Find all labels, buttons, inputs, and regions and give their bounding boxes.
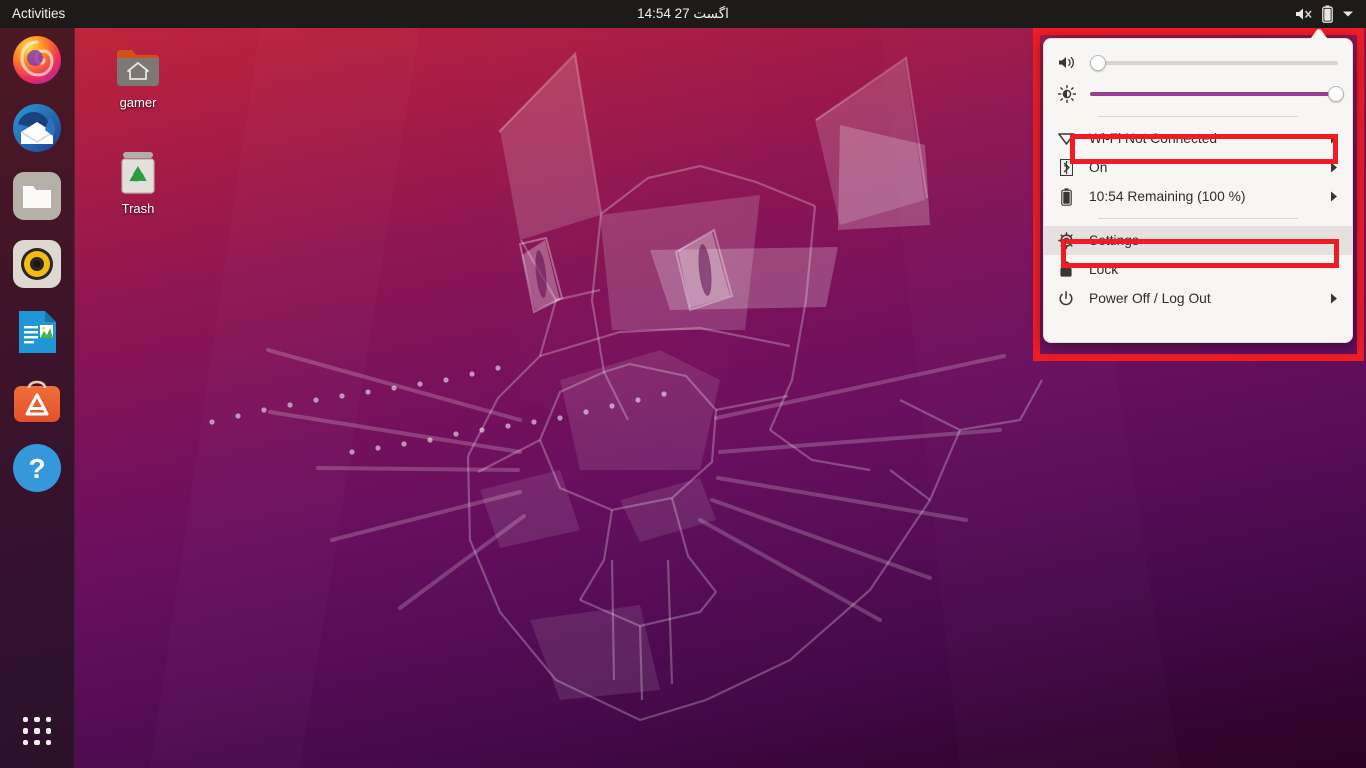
menu-item-lock[interactable]: Lock	[1044, 255, 1352, 284]
brightness-slider-track[interactable]	[1090, 84, 1338, 104]
clock-button[interactable]: اگست 27 14:54	[637, 6, 729, 22]
chevron-right-icon	[1328, 133, 1340, 144]
dock-item-help[interactable]: ?	[11, 442, 63, 494]
menu-item-settings[interactable]: Settings	[1044, 226, 1352, 255]
bluetooth-icon	[1056, 159, 1076, 176]
battery-icon	[1056, 188, 1076, 206]
menu-item-wifi[interactable]: Wi-Fi Not Connected	[1044, 124, 1352, 153]
menu-separator	[1098, 218, 1298, 219]
volume-icon	[1056, 55, 1078, 70]
volume-slider-handle[interactable]	[1090, 55, 1106, 71]
menu-item-label: Settings	[1089, 233, 1315, 248]
menu-item-bluetooth[interactable]: On	[1044, 153, 1352, 182]
brightness-slider-row[interactable]	[1044, 78, 1352, 109]
menu-separator	[1098, 116, 1298, 117]
volume-slider-track[interactable]	[1090, 53, 1338, 73]
home-folder-icon	[90, 34, 186, 90]
desktop-icon-label: gamer	[90, 95, 186, 110]
grid-dot	[34, 740, 39, 745]
grid-dot	[34, 728, 39, 733]
show-applications-button[interactable]	[11, 705, 63, 757]
trash-icon	[90, 140, 186, 196]
desktop-icon-trash[interactable]: Trash	[90, 140, 186, 216]
grid-dot	[23, 740, 28, 745]
dock-item-ubuntu-software[interactable]	[11, 374, 63, 426]
chevron-right-icon	[1328, 191, 1340, 202]
desktop-icon-home-folder[interactable]: gamer	[90, 34, 186, 110]
top-bar: Activities اگست 27 14:54	[0, 0, 1366, 28]
system-menu-panel: Wi-Fi Not Connected On 10:54 Remaini	[1043, 38, 1353, 343]
menu-item-label: On	[1089, 160, 1315, 175]
grid-dot	[23, 728, 28, 733]
chevron-right-icon	[1328, 293, 1340, 304]
dock-item-libreoffice-writer[interactable]	[11, 306, 63, 358]
volume-slider-row[interactable]	[1044, 47, 1352, 78]
desktop-icon-label: Trash	[90, 201, 186, 216]
chevron-down-icon[interactable]	[1342, 10, 1354, 18]
power-icon	[1056, 291, 1076, 307]
menu-item-label: Wi-Fi Not Connected	[1089, 131, 1315, 146]
chevron-right-icon	[1328, 162, 1340, 173]
dock-item-thunderbird[interactable]	[11, 102, 63, 154]
menu-item-label: Power Off / Log Out	[1089, 291, 1315, 306]
battery-icon[interactable]	[1322, 5, 1333, 23]
grid-dot	[46, 740, 51, 745]
dock-item-files[interactable]	[11, 170, 63, 222]
system-status-area[interactable]	[1289, 0, 1360, 28]
grid-dot	[34, 717, 39, 722]
menu-item-label: Lock	[1089, 262, 1315, 277]
system-menu-pointer	[1306, 29, 1332, 40]
grid-dot	[46, 717, 51, 722]
menu-item-battery[interactable]: 10:54 Remaining (100 %)	[1044, 182, 1352, 211]
gear-icon	[1056, 232, 1076, 249]
brightness-slider-handle[interactable]	[1328, 86, 1344, 102]
volume-track	[1090, 61, 1338, 65]
brightness-fill	[1090, 92, 1338, 96]
grid-dot	[46, 728, 51, 733]
volume-muted-icon[interactable]	[1295, 6, 1313, 22]
dock-item-rhythmbox[interactable]	[11, 238, 63, 290]
menu-item-power[interactable]: Power Off / Log Out	[1044, 284, 1352, 313]
lock-icon	[1056, 261, 1076, 278]
brightness-icon	[1056, 85, 1078, 103]
dock: ?	[0, 28, 75, 768]
menu-item-label: 10:54 Remaining (100 %)	[1089, 189, 1315, 204]
svg-text:?: ?	[28, 453, 45, 484]
activities-button[interactable]: Activities	[0, 0, 77, 28]
grid-dot	[23, 717, 28, 722]
wifi-icon	[1056, 132, 1076, 145]
dock-item-firefox[interactable]	[11, 34, 63, 86]
